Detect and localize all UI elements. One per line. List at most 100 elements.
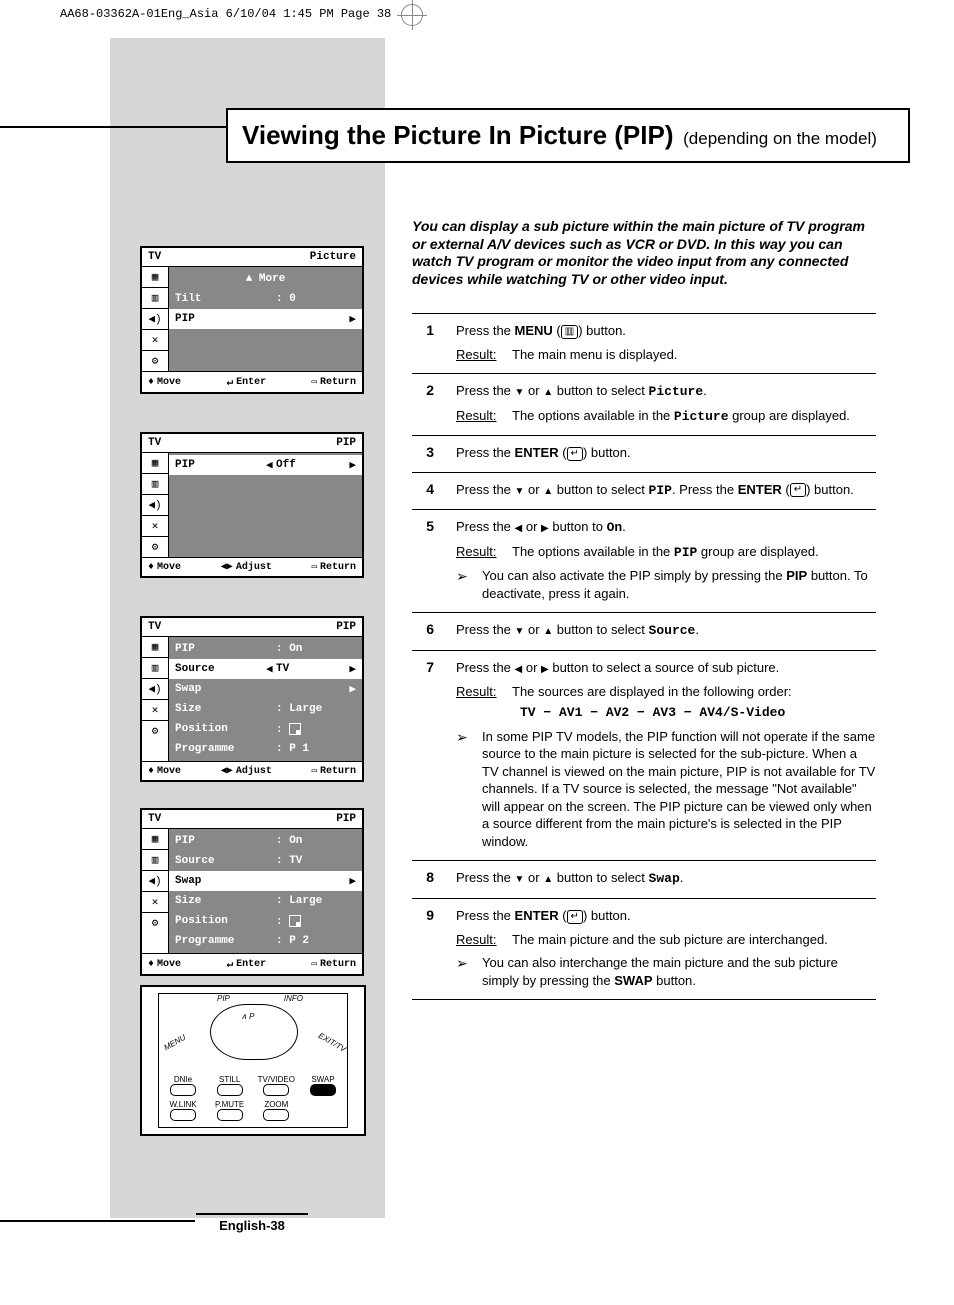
osd2-off: Off xyxy=(276,459,346,471)
remote-pip-label: PIP xyxy=(217,994,230,1003)
speaker-icon: ◀) xyxy=(142,495,168,516)
osd-footer-enter: Enter xyxy=(226,375,266,389)
enter-icon xyxy=(226,375,233,389)
position-icon xyxy=(289,915,301,927)
osd2-pip: PIP xyxy=(175,459,266,471)
step-8: 8 Press the ▼ or ▲ button to select Swap… xyxy=(412,860,876,898)
step-number: 9 xyxy=(412,907,438,989)
note-arrow-icon: ➢ xyxy=(456,728,474,851)
osd3-source-v: TV xyxy=(276,663,346,675)
osd3-size: Size xyxy=(175,703,276,715)
remote-pmute: P.MUTE xyxy=(215,1100,244,1109)
picture-icon: ▦ xyxy=(142,637,168,658)
osd3-swap: Swap xyxy=(175,683,276,695)
osd-tilt-value: : 0 xyxy=(276,293,346,305)
osd3-source: Source xyxy=(175,663,266,675)
print-header: AA68-03362A-01Eng_Asia 6/10/04 1:45 PM P… xyxy=(0,0,954,28)
result-label: Result: xyxy=(456,407,512,426)
enter-icon: ↵ xyxy=(567,910,583,924)
osd-footer-move: Move xyxy=(157,959,181,970)
osd-footer-return: Return xyxy=(320,959,356,970)
return-icon xyxy=(312,377,317,387)
osd3-pip: PIP xyxy=(175,643,276,655)
step-number: 8 xyxy=(412,869,438,888)
remote-zoom: ZOOM xyxy=(264,1100,288,1109)
setup-icon: ⚙ xyxy=(142,537,168,557)
picture-icon: ▦ xyxy=(142,267,168,288)
osd3-programme-v: : P 1 xyxy=(276,743,346,755)
setup-icon: ⚙ xyxy=(142,913,168,933)
channel-icon: ✕ xyxy=(142,330,168,351)
osd4-source: Source xyxy=(175,855,276,867)
channel-icon: ✕ xyxy=(142,516,168,537)
step-number: 7 xyxy=(412,659,438,850)
updown-icon xyxy=(148,377,154,388)
steps-list: 1 Press the MENU (▥) button. Result:The … xyxy=(412,313,876,1000)
registration-mark-icon xyxy=(401,4,423,26)
step-number: 2 xyxy=(412,382,438,425)
remote-swap: SWAP xyxy=(311,1075,334,1084)
up-icon: ▲ xyxy=(543,486,553,497)
osd3-size-v: : Large xyxy=(276,703,346,715)
osd4-swap: Swap xyxy=(175,875,276,887)
osd-footer-move: Move xyxy=(148,375,181,389)
title-main: Viewing the Picture In Picture (PIP) xyxy=(242,120,674,150)
step-number: 6 xyxy=(412,621,438,640)
osd-tilt: Tilt xyxy=(175,293,276,305)
osd2-tv: TV xyxy=(148,437,161,449)
note-text: In some PIP TV models, the PIP function … xyxy=(482,728,876,851)
osd-pip-swap-menu: TV PIP ▦ ▥ ◀) ✕ ⚙ PIP: On Source: TV Swa… xyxy=(140,808,364,976)
osd3-title: PIP xyxy=(336,621,356,633)
remote-menu-label: MENU xyxy=(162,1033,187,1053)
up-icon: ▲ xyxy=(543,387,553,398)
right-icon: ▶ xyxy=(541,523,549,534)
osd-icon-column: ▦ ▥ ◀) ✕ ⚙ xyxy=(142,267,169,371)
step-3: 3 Press the ENTER (↵) button. xyxy=(412,435,876,472)
osd4-size: Size xyxy=(175,895,276,907)
down-icon: ▼ xyxy=(515,626,525,637)
up-icon: ▲ xyxy=(543,874,553,885)
down-icon: ▼ xyxy=(515,486,525,497)
osd-footer-move: Move xyxy=(148,561,181,573)
up-icon: ▲ xyxy=(543,626,553,637)
result-label: Result: xyxy=(456,543,512,562)
osd-footer-return: Return xyxy=(312,375,356,389)
down-icon: ▼ xyxy=(515,387,525,398)
sources-list: TV − AV1 − AV2 − AV3 − AV4/S-Video xyxy=(520,704,876,722)
step-5: 5 Press the ◀ or ▶ button to On. Result:… xyxy=(412,509,876,612)
print-header-text: AA68-03362A-01Eng_Asia 6/10/04 1:45 PM P… xyxy=(60,7,391,21)
sound-icon: ▥ xyxy=(142,658,168,679)
osd4-programme: Programme xyxy=(175,935,276,947)
osd4-pip-v: : On xyxy=(276,835,346,847)
result-label: Result: xyxy=(456,683,512,701)
osd-more: More xyxy=(259,273,285,285)
osd4-programme-v: : P 2 xyxy=(276,935,346,947)
note-arrow-icon: ➢ xyxy=(456,567,474,602)
osd-pip-off-menu: TV PIP ▦ ▥ ◀) ✕ ⚙ PIP◀Off▶ Move ◀▶ Adjus… xyxy=(140,432,364,578)
osd-footer-return: Return xyxy=(320,766,356,777)
osd3-programme: Programme xyxy=(175,743,276,755)
remote-still: STILL xyxy=(219,1075,240,1084)
osd-header-tv: TV xyxy=(148,251,161,263)
osd-footer-adjust: ◀▶ Adjust xyxy=(221,561,272,573)
note-arrow-icon: ➢ xyxy=(456,954,474,989)
remote-info-label: INFO xyxy=(284,994,303,1003)
osd4-source-v: : TV xyxy=(276,855,346,867)
step-number: 3 xyxy=(412,444,438,462)
step-1: 1 Press the MENU (▥) button. Result:The … xyxy=(412,313,876,373)
remote-illustration: PIP INFO MENU EXIT/TV ∧ P DNIe STILL TV/… xyxy=(140,985,366,1136)
right-icon: ▶ xyxy=(541,664,549,675)
enter-icon: ↵ xyxy=(790,483,806,497)
step-7: 7 Press the ◀ or ▶ button to select a so… xyxy=(412,650,876,860)
remote-wlink: W.LINK xyxy=(169,1100,196,1109)
osd4-title: PIP xyxy=(336,813,356,825)
osd3-pip-v: : On xyxy=(276,643,346,655)
sound-icon: ▥ xyxy=(142,288,168,309)
osd4-tv: TV xyxy=(148,813,161,825)
remote-exit-label: EXIT/TV xyxy=(317,1031,348,1054)
osd4-position: Position xyxy=(175,915,276,927)
position-icon xyxy=(289,723,301,735)
menu-icon: ▥ xyxy=(561,325,578,339)
osd4-size-v: : Large xyxy=(276,895,346,907)
step-2: 2 Press the ▼ or ▲ button to select Pict… xyxy=(412,373,876,435)
